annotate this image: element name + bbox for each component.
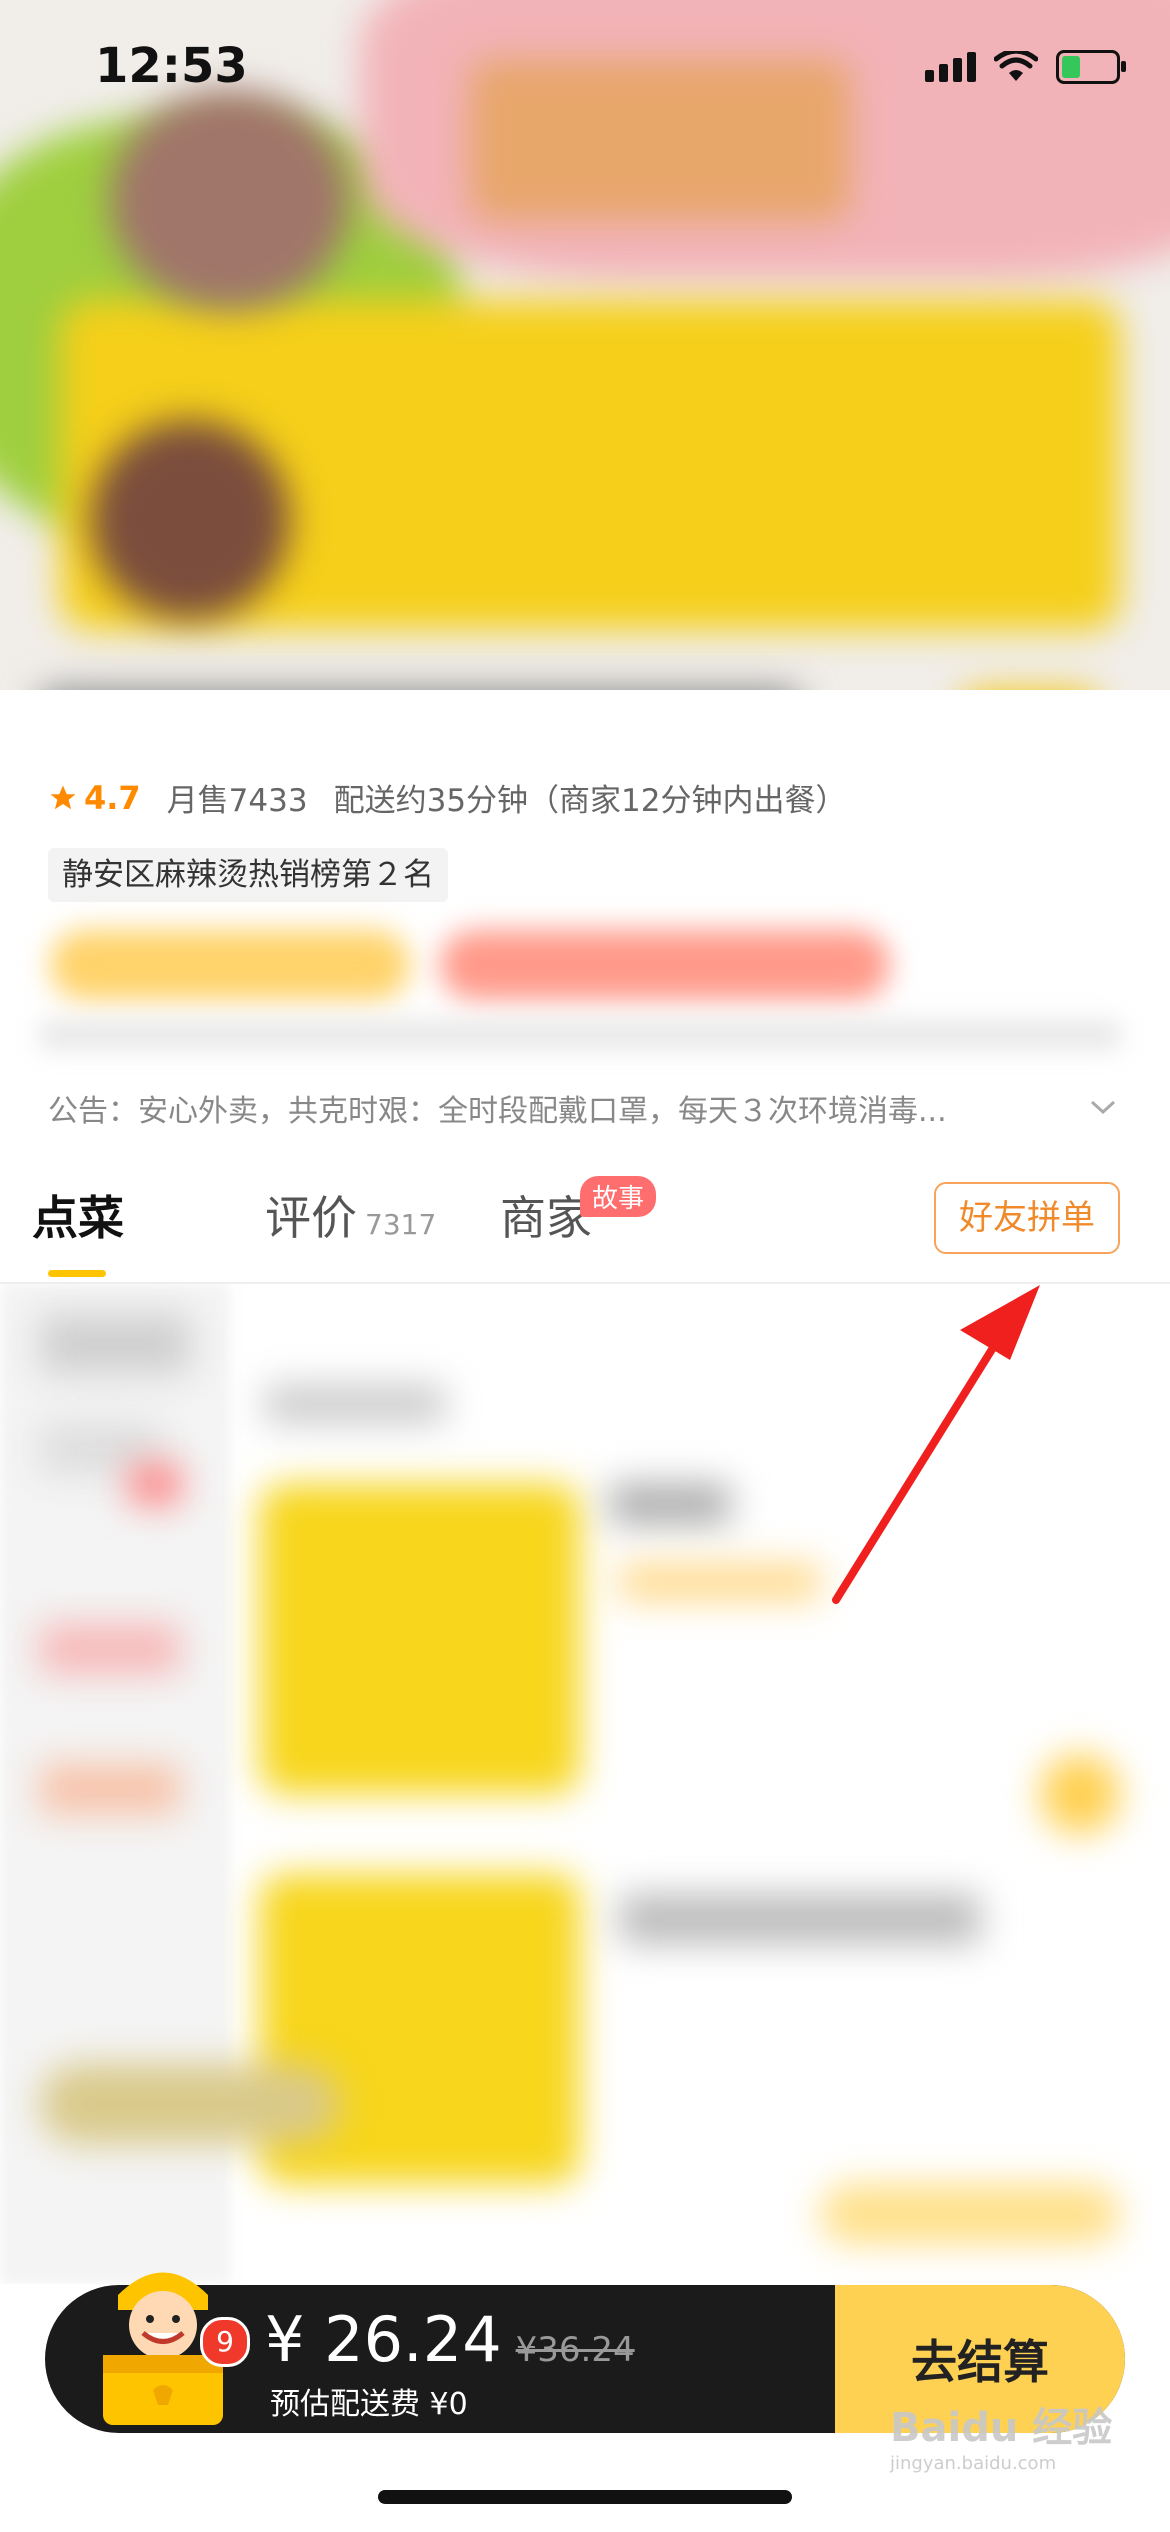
annotation-arrow [832, 1285, 1040, 1604]
cart-total: ¥ 26.24 [265, 2303, 502, 2376]
baidu-watermark: Baidu 经验 jingyan.baidu.com [890, 2395, 1112, 2474]
cart-original-price: ¥36.24 [515, 2330, 635, 2370]
delivery-fee: 预估配送费 ¥0 [270, 2387, 468, 2422]
home-indicator[interactable] [378, 2490, 792, 2504]
watermark-logo: Baidu 经验 [890, 2405, 1113, 2451]
cart-count-badge: 9 [200, 2317, 250, 2367]
watermark-url: jingyan.baidu.com [890, 2453, 1057, 2474]
cart-price-row: ¥ 26.24 ¥36.24 [265, 2303, 635, 2376]
